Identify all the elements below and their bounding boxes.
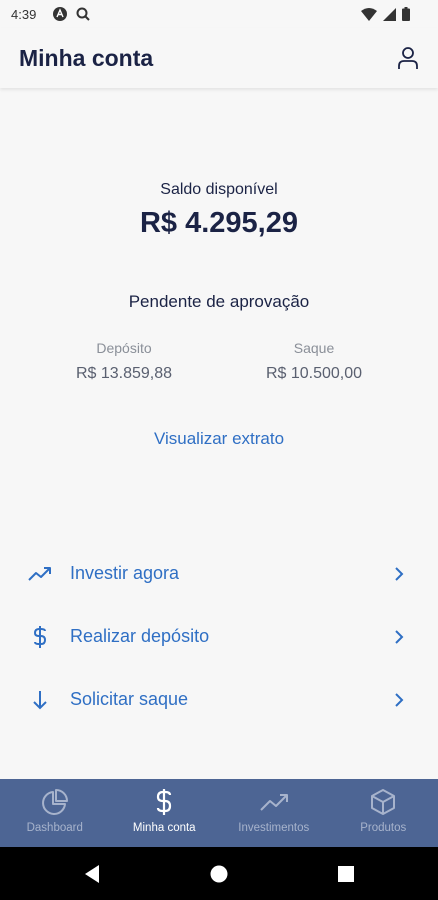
pending-deposit: Depósito R$ 13.859,88	[24, 340, 224, 383]
make-deposit-action[interactable]: Realizar depósito	[0, 609, 438, 665]
pending-deposit-value: R$ 13.859,88	[75, 365, 173, 382]
trending-up-icon	[28, 562, 52, 586]
pending-title: Pendente de aprovação	[128, 292, 310, 311]
recents-icon[interactable]	[335, 863, 357, 885]
pending-withdraw-value: R$ 10.500,00	[265, 365, 363, 382]
view-statement-link[interactable]: Visualizar extrato	[0, 429, 438, 449]
pending-deposit-label: Depósito	[96, 340, 152, 356]
box-icon	[371, 789, 396, 815]
sync-icon	[76, 7, 90, 21]
status-bar: 4:39	[0, 0, 438, 28]
nav-label-minha-conta: Minha conta	[132, 822, 196, 834]
status-indicators	[361, 7, 410, 21]
pending-withdraw-label: Saque	[293, 340, 335, 356]
request-withdraw-action[interactable]: Solicitar saque	[0, 672, 438, 728]
request-withdraw-label: Solicitar saque	[70, 689, 189, 709]
trending-up-icon	[260, 794, 288, 811]
pie-chart-icon	[41, 789, 68, 815]
balance-label: Saldo disponível	[160, 181, 278, 198]
user-icon	[398, 47, 418, 69]
system-nav-bar	[0, 847, 438, 900]
dollar-icon	[28, 625, 52, 649]
nav-label-produtos: Produtos	[360, 822, 407, 834]
app-header: Minha conta	[0, 28, 438, 88]
invest-now-action[interactable]: Investir agora	[0, 546, 438, 602]
pending-withdraw: Saque R$ 10.500,00	[214, 340, 414, 383]
back-icon[interactable]	[81, 863, 103, 885]
dollar-icon	[157, 789, 172, 815]
bottom-nav: Dashboard Minha conta Investimentos Prod…	[0, 779, 438, 847]
nav-item-dashboard[interactable]: Dashboard	[0, 779, 110, 847]
page-title: Minha conta	[19, 45, 154, 71]
status-time: 4:39	[11, 7, 37, 22]
balance-value: R$ 4.295,29	[139, 207, 298, 239]
make-deposit-label: Realizar depósito	[70, 626, 210, 646]
wifi-icon	[361, 7, 377, 21]
chevron-right-icon	[395, 567, 404, 581]
nav-label-dashboard: Dashboard	[26, 822, 83, 834]
nav-item-minha-conta[interactable]: Minha conta	[110, 779, 220, 847]
arrow-down-icon	[28, 688, 52, 712]
chevron-right-icon	[395, 693, 404, 707]
battery-icon	[402, 7, 410, 21]
notification-icon	[53, 7, 67, 21]
signal-icon	[383, 7, 396, 21]
profile-button[interactable]	[394, 44, 422, 72]
nav-label-investimentos: Investimentos	[238, 822, 310, 834]
nav-item-investimentos[interactable]: Investimentos	[219, 779, 329, 847]
home-icon[interactable]	[208, 863, 230, 885]
nav-item-produtos[interactable]: Produtos	[329, 779, 438, 847]
chevron-right-icon	[395, 630, 404, 644]
invest-now-label: Investir agora	[70, 563, 180, 583]
